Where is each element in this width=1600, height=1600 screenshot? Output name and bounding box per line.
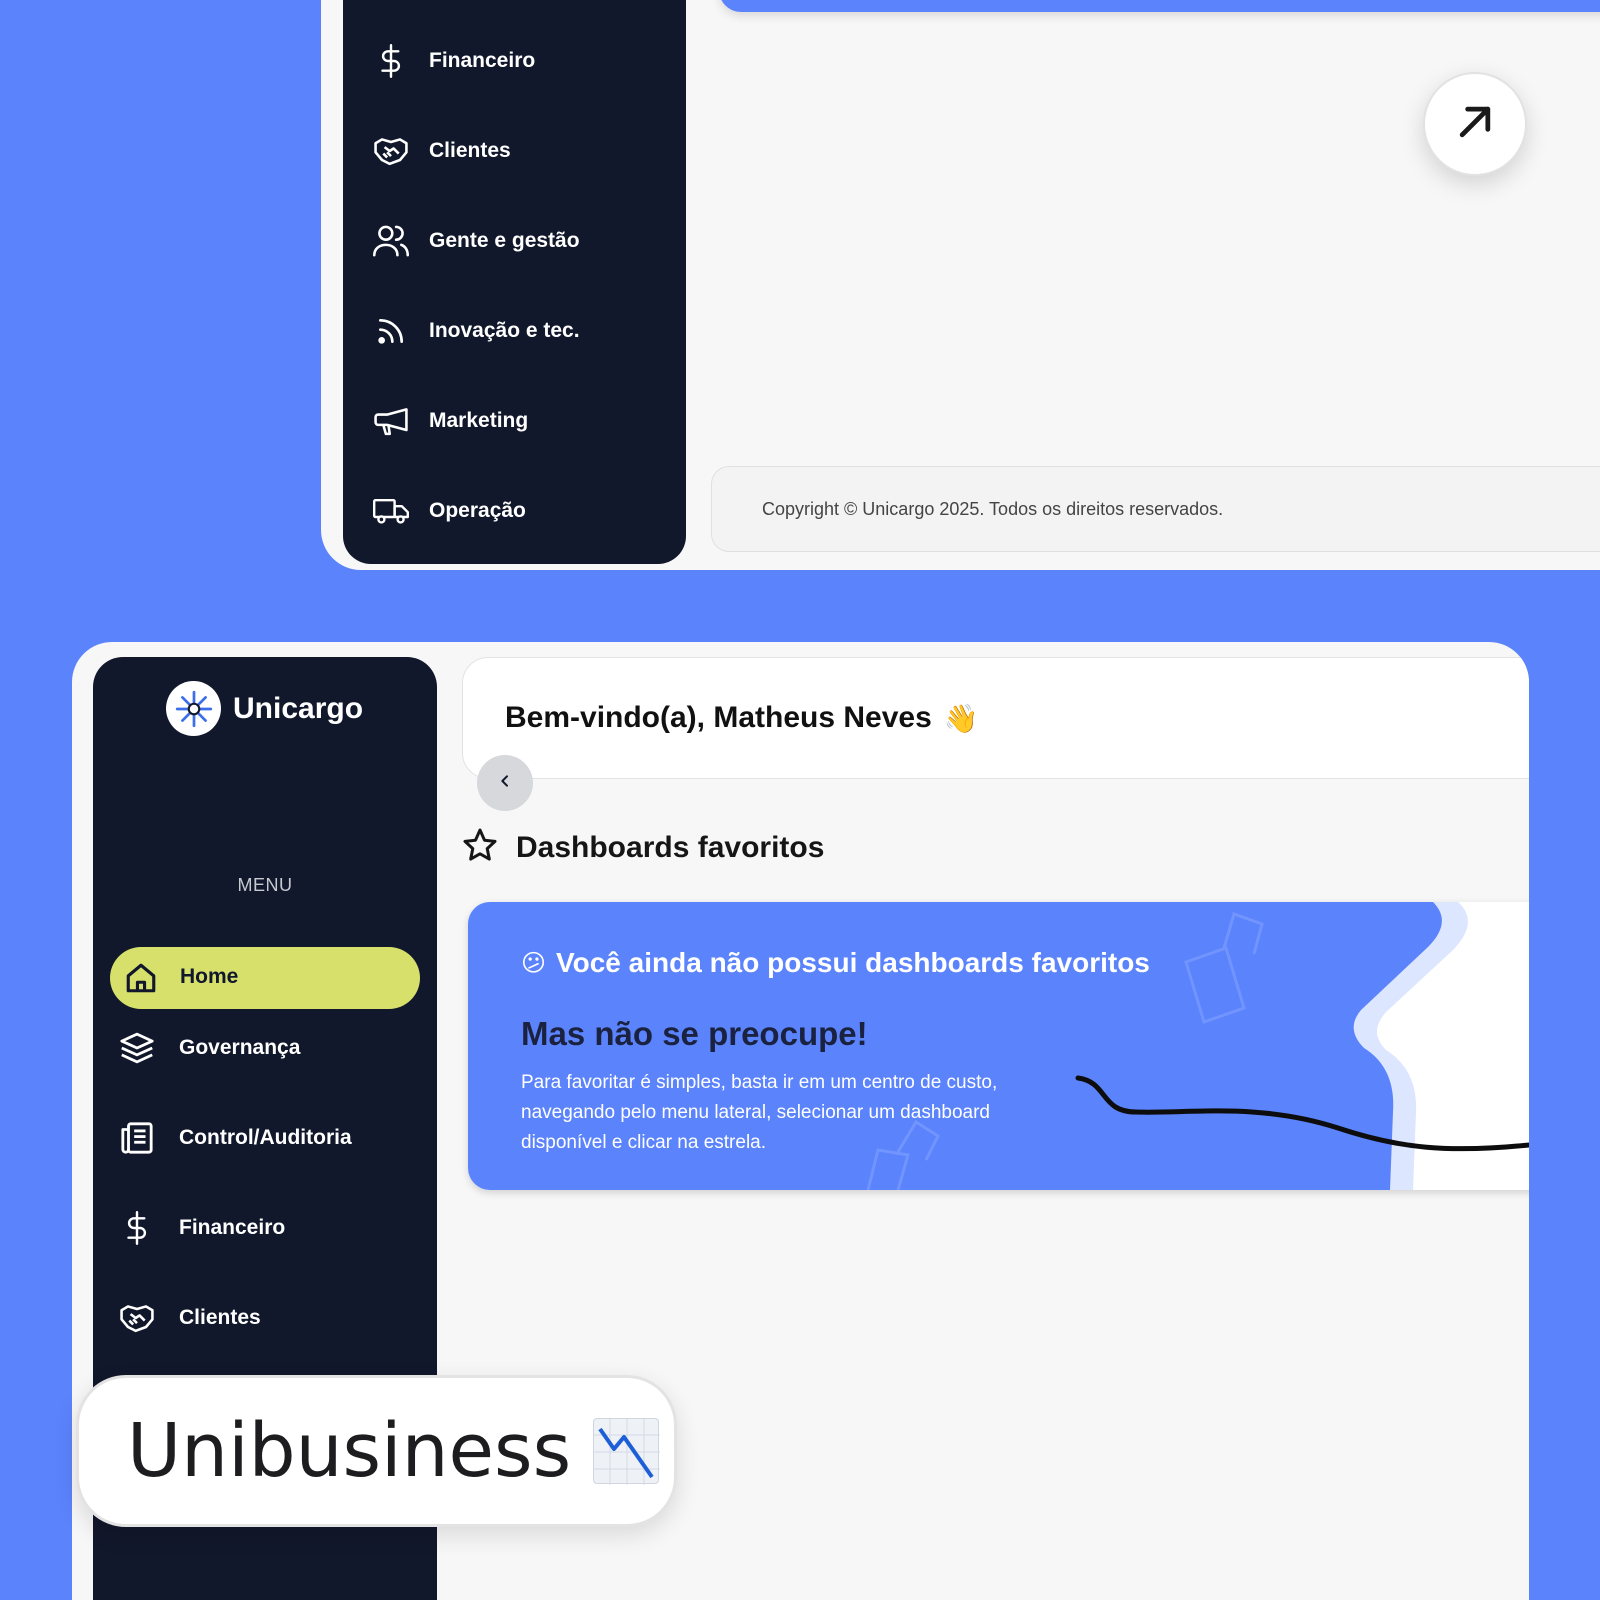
sidebar-item-clientes[interactable]: Clientes (343, 121, 686, 181)
open-external-button[interactable] (1423, 72, 1527, 176)
footer: Copyright © Unicargo 2025. Todos os dire… (711, 466, 1600, 552)
empty-message: 😕 Você ainda não possui dashboards favor… (521, 947, 1150, 979)
copyright-text: Copyright © Unicargo 2025. Todos os dire… (762, 498, 1224, 519)
sidebar-item-label: Operação (429, 499, 526, 522)
waving-hand-icon: 👋 (943, 702, 979, 734)
badge-text: Unibusiness (127, 1408, 572, 1494)
sidebar-item-label: Financeiro (429, 49, 536, 72)
star-icon (462, 827, 498, 868)
sidebar-item-label: Gente e gestão (429, 229, 580, 252)
sidebar-item-label: Inovação e tec. (429, 319, 580, 342)
sidebar-item-marketing[interactable]: Marketing (343, 391, 686, 451)
favorites-title: Dashboards favoritos (516, 830, 825, 864)
newspaper-icon (119, 1120, 155, 1156)
empty-favorites-card: 😕 Você ainda não possui dashboards favor… (468, 902, 1529, 1190)
home-icon (123, 960, 159, 996)
favorites-header: Dashboards favoritos (462, 827, 824, 868)
chart-decreasing-icon (593, 1418, 661, 1485)
sidebar-item-label: Financeiro (179, 1216, 286, 1239)
top-window: Financeiro Clientes Gente e gestão Inova… (321, 0, 1600, 570)
sidebar-item-control-auditoria[interactable]: Control/Auditoria (93, 1108, 437, 1168)
sidebar-item-operacao[interactable]: Operação (343, 481, 686, 541)
sidebar-item-inovacao[interactable]: Inovação e tec. (343, 301, 686, 361)
sidebar-item-label: Marketing (429, 409, 529, 432)
unibusiness-badge: Unibusiness (76, 1375, 677, 1527)
sidebar-item-gente-e-gestao[interactable]: Gente e gestão (343, 211, 686, 271)
card-subhead: Mas não se preocupe! (521, 1015, 868, 1052)
dollar-icon (119, 1210, 155, 1246)
rss-icon (373, 313, 409, 349)
truck-icon (373, 493, 409, 529)
welcome-title: Bem-vindo(a), Matheus Neves (505, 701, 932, 734)
sidebar-item-financeiro[interactable]: Financeiro (343, 31, 686, 91)
sidebar-item-label: Governança (179, 1036, 301, 1059)
sidebar-item-home[interactable]: Home (110, 947, 420, 1009)
chevron-left-icon (497, 773, 513, 794)
confused-face-icon: 😕 (521, 949, 547, 977)
sidebar-item-financeiro[interactable]: Financeiro (93, 1198, 437, 1258)
megaphone-icon (373, 403, 409, 439)
top-sidebar: Financeiro Clientes Gente e gestão Inova… (343, 0, 686, 564)
sidebar-item-clientes[interactable]: Clientes (93, 1288, 437, 1348)
card-description: Para favoritar é simples, basta ir em um… (521, 1072, 998, 1153)
welcome-header: Bem-vindo(a), Matheus Neves 👋 (462, 657, 1529, 779)
sidebar-item-governanca[interactable]: Governança (93, 1018, 437, 1078)
layers-icon (119, 1030, 155, 1066)
sidebar-item-label: Control/Auditoria (179, 1126, 352, 1149)
sidebar-item-label: Clientes (429, 139, 511, 162)
handshake-icon (373, 133, 409, 169)
users-icon (373, 223, 409, 259)
arrow-up-right-icon (1453, 100, 1497, 149)
dollar-icon (373, 43, 409, 79)
sidebar-item-label: Clientes (179, 1306, 261, 1329)
sidebar-item-label: Home (180, 965, 239, 988)
menu-label: MENU (237, 875, 293, 895)
top-banner (719, 0, 1600, 12)
brand-name: Unicargo (233, 691, 364, 725)
collapse-sidebar-button[interactable] (477, 755, 533, 811)
brand[interactable]: Unicargo (166, 681, 363, 736)
handshake-icon (119, 1300, 155, 1336)
empty-message-text: Você ainda não possui dashboards favorit… (556, 947, 1150, 978)
unicargo-logo-icon (166, 681, 221, 736)
